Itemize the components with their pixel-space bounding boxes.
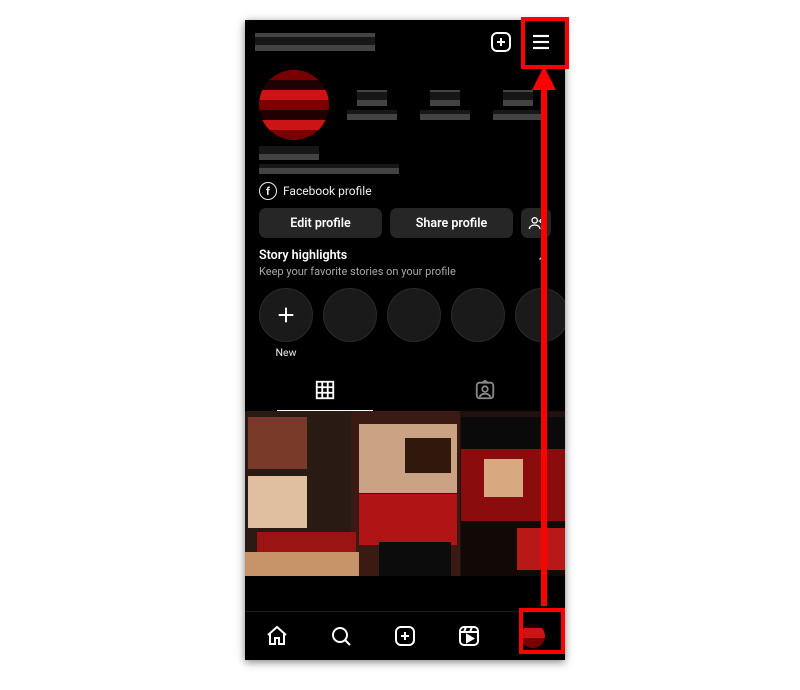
plus-square-icon	[393, 624, 417, 648]
bio-line	[259, 164, 399, 174]
tab-posts[interactable]	[245, 369, 405, 411]
edit-profile-button[interactable]: Edit profile	[259, 208, 382, 238]
profile-stats	[339, 90, 551, 120]
nav-create[interactable]	[385, 616, 425, 656]
highlights-collapse-toggle[interactable]	[535, 250, 551, 266]
add-user-icon	[528, 215, 544, 231]
profile-summary-row	[245, 64, 565, 144]
nav-reels[interactable]	[449, 616, 489, 656]
facebook-profile-link[interactable]: f Facebook profile	[245, 176, 565, 208]
stat-following[interactable]	[491, 90, 545, 120]
highlight-placeholder	[387, 288, 441, 359]
profile-header	[245, 20, 565, 64]
profile-actions: Edit profile Share profile	[245, 208, 565, 248]
nav-search[interactable]	[321, 616, 361, 656]
highlight-placeholder	[323, 288, 377, 359]
highlight-new-label: New	[276, 346, 297, 359]
profile-bio	[245, 144, 565, 176]
bottom-nav	[245, 611, 565, 660]
menu-button[interactable]	[527, 28, 555, 56]
highlight-placeholder	[515, 288, 565, 359]
stat-posts[interactable]	[345, 90, 399, 120]
nav-profile-avatar	[521, 624, 545, 648]
highlight-placeholder	[451, 288, 505, 359]
highlights-row[interactable]: New	[245, 278, 565, 363]
profile-avatar[interactable]	[259, 70, 329, 140]
share-profile-button[interactable]: Share profile	[390, 208, 513, 238]
chevron-up-icon	[537, 252, 549, 264]
highlights-subtitle: Keep your favorite stories on your profi…	[259, 265, 456, 278]
phone-frame: f Facebook profile Edit profile Share pr…	[245, 20, 565, 660]
highlights-header: Story highlights Keep your favorite stor…	[245, 248, 565, 278]
highlight-new[interactable]: New	[259, 288, 313, 359]
bio-name	[259, 146, 319, 160]
highlights-title: Story highlights	[259, 248, 456, 263]
plus-icon	[275, 304, 297, 326]
facebook-profile-label: Facebook profile	[283, 184, 372, 198]
nav-profile[interactable]	[513, 616, 553, 656]
tagged-icon	[474, 379, 496, 401]
search-icon	[329, 624, 353, 648]
create-button[interactable]	[487, 28, 515, 56]
reels-icon	[457, 624, 481, 648]
username-handle[interactable]	[255, 33, 375, 51]
posts-grid[interactable]	[245, 411, 565, 576]
home-icon	[265, 624, 289, 648]
hamburger-icon	[529, 30, 553, 54]
plus-square-icon	[489, 30, 513, 54]
profile-tabs	[245, 369, 565, 411]
stat-followers[interactable]	[418, 90, 472, 120]
discover-people-button[interactable]	[521, 208, 551, 238]
nav-home[interactable]	[257, 616, 297, 656]
grid-icon	[314, 379, 336, 401]
facebook-icon: f	[259, 182, 277, 200]
tab-tagged[interactable]	[405, 369, 565, 411]
